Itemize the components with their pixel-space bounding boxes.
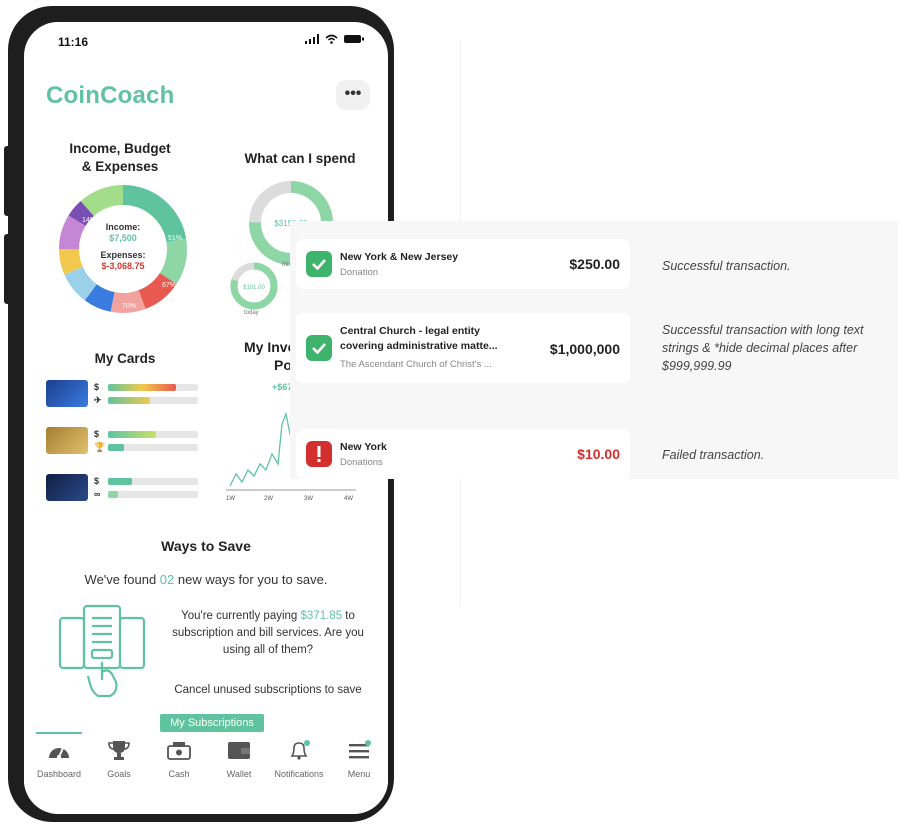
battery-icon [344, 35, 364, 43]
credit-card-image [46, 380, 88, 407]
transaction-subtitle-secondary: The Ascendant Church of Christ's ... [340, 359, 492, 370]
trophy-icon: 🏆 [94, 442, 106, 452]
income-value: $7,500 [109, 233, 137, 243]
subscription-amount: $371.85 [300, 610, 343, 622]
dashboard-icon [49, 747, 69, 759]
phone-side-button [4, 146, 12, 216]
card-spend-bar [108, 478, 132, 485]
subscription-bills-icon [54, 602, 154, 702]
transaction-item[interactable]: New York Donations $10.00 [296, 429, 630, 479]
trophy-icon [108, 741, 130, 760]
signal-icon [305, 34, 319, 44]
tab-menu[interactable]: Menu [330, 740, 388, 779]
cash-icon [167, 742, 191, 760]
transaction-states-panel: New York & New Jersey Donation $250.00 S… [290, 221, 898, 479]
ways-to-save-title: Ways to Save [161, 538, 251, 554]
transaction-subtitle: covering administrative matte... [340, 340, 498, 352]
success-check-icon [306, 251, 332, 277]
transaction-note: Failed transaction. [662, 448, 765, 462]
transaction-amount: $10.00 [577, 446, 620, 462]
spend-today-value: $101.00 [243, 285, 265, 291]
transaction-note: Successful transaction with long text st… [662, 323, 864, 373]
card-spend-bar [108, 431, 156, 438]
wifi-icon [325, 34, 338, 44]
income-donut-chart[interactable]: 51% 67% 70% 14% Income: $7,500 Expenses:… [58, 184, 188, 314]
transaction-title: New York [340, 441, 387, 453]
tab-dashboard[interactable]: Dashboard [30, 740, 88, 779]
card-row[interactable]: $ ✈ [46, 380, 198, 412]
dollar-icon: $ [94, 476, 100, 486]
income-label: Income: [105, 222, 141, 232]
phone-side-button [4, 234, 12, 304]
active-tab-indicator [36, 732, 82, 734]
app-title: CoinCoach [46, 82, 175, 109]
card-row[interactable]: $ 🏆 [46, 427, 198, 459]
chart-x-tick: 1W [226, 496, 235, 502]
chart-x-tick: 4W [344, 496, 353, 502]
expenses-label: Expenses: [100, 250, 146, 260]
wallet-icon [228, 742, 250, 759]
donut-segment-label: 70% [122, 303, 136, 310]
cards-section-title: My Cards [94, 351, 156, 366]
credit-card-image [46, 474, 88, 501]
plane-icon: ✈ [94, 395, 102, 405]
bottom-tab-bar: Dashboard Goals Cash Wallet Notification… [24, 732, 388, 792]
transaction-amount: $250.00 [569, 256, 620, 272]
card-points-bar [108, 491, 118, 498]
dollar-icon: $ [94, 382, 100, 392]
bell-icon [290, 740, 310, 760]
card-points-bar [108, 444, 124, 451]
spend-section-title: What can I spend [244, 151, 356, 166]
expenses-value: $-3,068.75 [101, 261, 145, 271]
subscription-paying-text: You're currently paying $371.85 to subsc… [172, 610, 364, 656]
tab-notifications[interactable]: Notifications [270, 740, 328, 779]
status-time: 11:16 [58, 35, 89, 49]
spend-today-donut[interactable]: $101.00 [228, 260, 280, 312]
my-subscriptions-button[interactable]: My Subscriptions [160, 714, 264, 732]
chart-x-tick: 3W [304, 496, 313, 502]
transaction-subtitle: Donations [340, 457, 383, 468]
transaction-item[interactable]: New York & New Jersey Donation $250.00 [296, 239, 630, 289]
infinity-icon: ∞ [94, 489, 101, 499]
income-section-title: Income, Budget & Expenses [69, 141, 171, 174]
card-points-bar [108, 397, 150, 404]
card-spend-bar [108, 384, 176, 391]
tab-goals[interactable]: Goals [90, 740, 148, 779]
transaction-item[interactable]: Central Church - legal entity covering a… [296, 313, 630, 383]
credit-card-image [46, 427, 88, 454]
cancel-subscriptions-text: Cancel unused subscriptions to save [174, 684, 362, 696]
transaction-subtitle: Donation [340, 267, 379, 278]
tab-wallet[interactable]: Wallet [210, 740, 268, 779]
status-bar: 11:16 [24, 22, 388, 58]
more-options-button[interactable]: ••• [336, 80, 370, 110]
tab-cash[interactable]: Cash [150, 740, 208, 779]
error-alert-icon [306, 441, 332, 467]
menu-icon [349, 740, 371, 759]
transaction-title: New York & New Jersey [340, 251, 459, 263]
transaction-amount: $1,000,000 [549, 341, 620, 357]
transaction-note: Successful transaction. [662, 259, 791, 273]
donut-segment-label: 67% [162, 282, 176, 289]
success-check-icon [306, 335, 332, 361]
ways-found-text: We've found 02 new ways for you to save. [84, 572, 328, 587]
ways-count: 02 [159, 572, 175, 587]
spend-today-caption: today [244, 310, 259, 316]
dollar-icon: $ [94, 429, 100, 439]
card-row[interactable]: $ ∞ [46, 474, 198, 506]
transaction-title: Central Church - legal entity [340, 325, 481, 337]
chart-x-tick: 2W [264, 496, 273, 502]
